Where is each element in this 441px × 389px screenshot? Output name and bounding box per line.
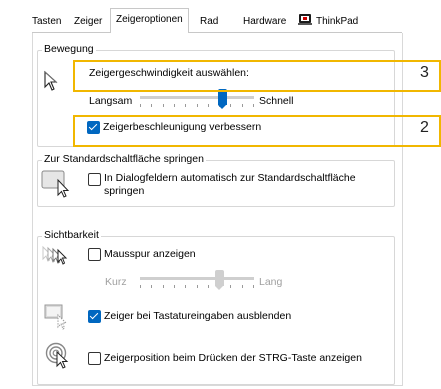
slider-tick <box>173 285 175 288</box>
slider-tick <box>253 285 254 288</box>
slider-tick <box>207 285 209 288</box>
ctrl-locate-label: Zeigerposition beim Drücken der STRG-Tas… <box>104 352 362 364</box>
trail-slider-track[interactable] <box>140 277 254 280</box>
short-label: Kurz <box>105 276 127 288</box>
tab-rad[interactable]: Rad <box>200 13 218 31</box>
slider-tick <box>185 285 187 288</box>
slider-tick <box>230 104 232 107</box>
trail-label: Mausspur anzeigen <box>104 248 196 260</box>
slider-tick <box>253 104 254 107</box>
group-title-bewegung: Bewegung <box>42 43 96 55</box>
fast-label: Schnell <box>259 95 294 107</box>
snap-label: In Dialogfeldern automatisch zur Standar… <box>104 172 356 197</box>
speed-slider-track[interactable] <box>140 96 254 99</box>
callout-number-2: 2 <box>420 119 429 136</box>
trail-slider-thumb[interactable] <box>215 270 225 290</box>
hide-pointer-label: Zeiger bei Tastatureingaben ausblenden <box>104 310 292 322</box>
slider-tick <box>151 104 153 107</box>
slow-label: Langsam <box>89 95 133 107</box>
tab-zeiger[interactable]: Zeiger <box>74 13 102 31</box>
pointer-location-icon <box>45 342 73 370</box>
tab-bar: Tasten Zeiger Zeigeroptionen Rad Hardwar… <box>32 8 402 33</box>
slider-tick <box>230 285 232 288</box>
slider-tick <box>196 104 198 107</box>
tab-thinkpad[interactable]: ThinkPad <box>316 13 358 31</box>
callout-box-3 <box>73 60 441 92</box>
tab-tasten[interactable]: Tasten <box>32 13 61 31</box>
slider-tick <box>196 285 198 288</box>
group-title-sichtbarkeit: Sichtbarkeit <box>42 229 101 241</box>
slider-tick <box>140 104 141 107</box>
tab-hardware[interactable]: Hardware <box>243 13 286 31</box>
tab-zeigeroptionen[interactable]: Zeigeroptionen <box>110 8 189 33</box>
thinkpad-icon <box>298 12 312 26</box>
pointer-icon <box>44 70 62 92</box>
trail-checkbox[interactable] <box>88 248 101 261</box>
callout-number-3: 3 <box>420 64 429 81</box>
hide-pointer-checkbox[interactable] <box>88 310 101 323</box>
slider-tick <box>140 285 141 288</box>
pointer-trail-icon <box>41 244 73 270</box>
hide-pointer-icon <box>44 304 72 330</box>
trail-slider-ticks <box>140 285 254 288</box>
slider-tick <box>151 285 153 288</box>
long-label: Lang <box>259 276 283 288</box>
slider-tick <box>162 285 164 288</box>
slider-tick <box>162 104 164 107</box>
callout-box-2 <box>73 115 441 147</box>
slider-tick <box>241 285 243 288</box>
slider-tick <box>185 104 187 107</box>
speed-slider-ticks <box>140 104 254 107</box>
group-title-standard: Zur Standardschaltfläche springen <box>42 153 206 165</box>
slider-tick <box>241 104 243 107</box>
ctrl-locate-checkbox[interactable] <box>88 352 101 365</box>
snap-checkbox[interactable] <box>88 173 101 186</box>
slider-tick <box>173 104 175 107</box>
snap-to-button-icon <box>41 168 75 200</box>
slider-tick <box>207 104 209 107</box>
